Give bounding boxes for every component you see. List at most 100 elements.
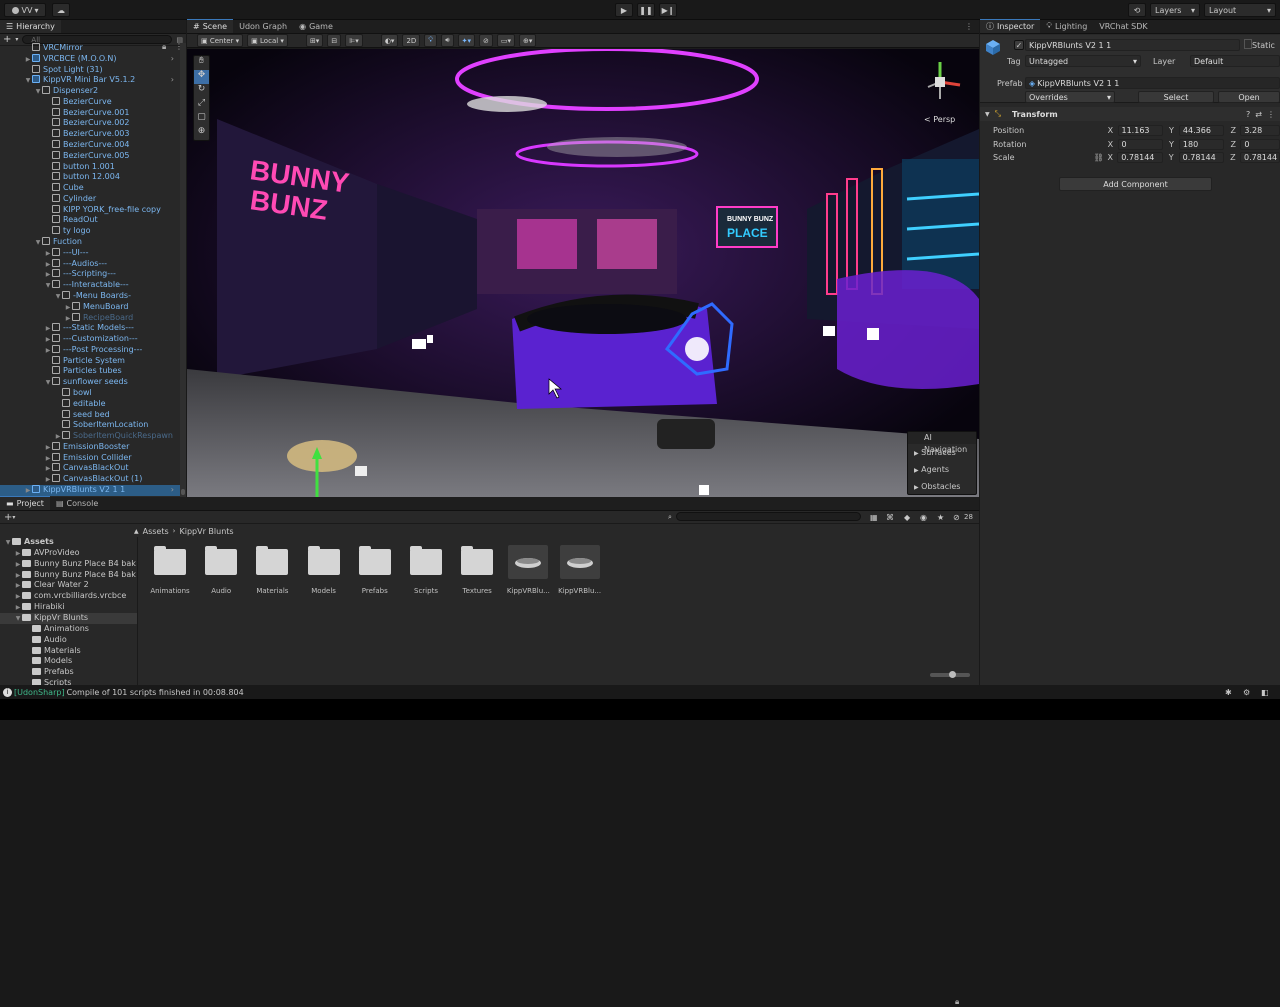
tag-icon[interactable]: ◆ [904, 513, 910, 522]
move-tool-icon[interactable]: ✥ [194, 70, 209, 84]
asset-item[interactable]: KippVRBlu... [555, 545, 605, 599]
layout-dropdown[interactable]: Layout ▾ [1204, 3, 1276, 17]
hierarchy-item[interactable]: ▶ ---Post Processing--- [0, 344, 180, 356]
object-name-field[interactable]: KippVRBlunts V2 1 1 [1025, 39, 1240, 51]
position-z-field[interactable]: 3.28 [1240, 125, 1280, 137]
scale-tool-icon[interactable]: ⤢ [194, 98, 209, 112]
active-checkbox[interactable]: ✓ [1014, 40, 1024, 50]
lock-icon[interactable]: 🔒︎ [955, 997, 959, 1007]
history-icon[interactable]: ⟲ [1128, 3, 1146, 17]
hierarchy-item[interactable]: BezierCurve.002 [0, 118, 180, 129]
toggle-2d-button[interactable]: 2D [402, 34, 421, 47]
progress-icon[interactable]: ◧ [1261, 688, 1269, 697]
hierarchy-item[interactable]: ▼ ---Interactable--- [0, 280, 180, 291]
rotation-x-field[interactable]: 0 [1117, 138, 1164, 150]
tab-inspector[interactable]: ⓘ Inspector [980, 19, 1041, 33]
overlay-item-agents[interactable]: ▶ Agents [908, 461, 976, 478]
project-tree-item[interactable]: Animations [0, 624, 137, 635]
grid-snap-button[interactable]: ⊞▾ [305, 34, 324, 47]
project-tree-item[interactable]: ▶ AVProVideo [0, 548, 137, 559]
lighting-toggle-icon[interactable]: 💡︎ [424, 34, 438, 47]
asset-item[interactable]: Materials [247, 546, 297, 599]
asset-item[interactable]: Textures [452, 546, 502, 599]
camera-icon[interactable]: ▭▾ [496, 34, 516, 47]
open-button[interactable]: Open [1218, 91, 1280, 103]
hierarchy-item[interactable]: editable [0, 398, 180, 410]
project-search-input[interactable] [676, 512, 861, 521]
filter-label-icon[interactable]: ⌘ [886, 513, 894, 522]
hierarchy-item[interactable]: ▼ Fuction [0, 237, 180, 248]
project-tree-item[interactable]: ▶ Hirabiki [0, 602, 137, 613]
help-icon[interactable]: ? [1246, 110, 1250, 119]
hierarchy-item[interactable]: VRCMirror [0, 43, 180, 54]
position-x-field[interactable]: 11.163 [1117, 125, 1164, 137]
hierarchy-item[interactable]: ▶ MenuBoard [0, 301, 180, 313]
filter-type-icon[interactable]: ▦ [870, 513, 878, 522]
asset-item[interactable]: Prefabs [350, 546, 400, 599]
persp-label[interactable]: < Persp [924, 115, 955, 124]
hierarchy-item[interactable]: ▶ CanvasBlackOut [0, 463, 180, 474]
hierarchy-item[interactable]: BezierCurve.003 [0, 129, 180, 140]
rotation-z-field[interactable]: 0 [1240, 138, 1280, 150]
tab-scene[interactable]: # Scene [187, 19, 234, 33]
hierarchy-scrollbar[interactable] [180, 43, 186, 497]
breadcrumb-current[interactable]: KippVr Blunts [179, 527, 233, 536]
asset-item[interactable]: KippVRBlu... [503, 545, 553, 599]
chevron-right-icon[interactable]: › [171, 75, 174, 86]
hierarchy-item[interactable]: ▶ VRCBCE (M.O.O.N) › [0, 53, 180, 65]
hierarchy-item[interactable]: Particle System [0, 355, 180, 367]
hierarchy-item[interactable]: ▶ ---Scripting--- [0, 269, 180, 280]
hierarchy-item[interactable]: ▼ -Menu Boards- [0, 290, 180, 302]
menu-icon[interactable]: ⋮ [965, 22, 973, 31]
hidden-count-icon[interactable]: ⊘ [953, 513, 960, 522]
overlay-item-obstacles[interactable]: ▶ Obstacles [908, 478, 976, 495]
asset-item[interactable]: Animations [145, 546, 195, 599]
rotation-y-field[interactable]: 180 [1178, 138, 1225, 150]
hierarchy-item[interactable]: ▼ KippVR Mini Bar V5.1.2 › [0, 75, 180, 86]
hierarchy-item[interactable]: Cylinder [0, 193, 180, 205]
hierarchy-item[interactable]: Cube [0, 183, 180, 194]
star-icon[interactable]: ★ [937, 513, 944, 522]
audio-toggle-icon[interactable]: 🔊︎ [441, 34, 454, 47]
hierarchy-item[interactable]: Particles tubes [0, 366, 180, 377]
scale-x-field[interactable]: 0.78144 [1117, 152, 1163, 164]
select-button[interactable]: Select [1138, 91, 1214, 103]
hierarchy-item[interactable]: ▶ ---Customization--- [0, 334, 180, 345]
add-component-button[interactable]: Add Component [1059, 177, 1212, 191]
pivot-dropdown[interactable]: ▣ Center ▾ [197, 34, 244, 47]
position-y-field[interactable]: 44.366 [1178, 125, 1225, 137]
hidden-objects-icon[interactable]: ⊘ [479, 34, 493, 47]
rotate-tool-icon[interactable]: ↻ [194, 84, 209, 98]
add-icon[interactable]: + [4, 512, 12, 523]
scene-viewport[interactable]: BUNNY BUNZ BUNNY BUNZ PLACE ✋︎ ✥ ↻ ⤢ ▢ ⊕… [187, 49, 979, 497]
chevron-right-icon[interactable]: › [171, 485, 174, 496]
tab-vrchat-sdk[interactable]: VRChat SDK [1093, 19, 1153, 33]
hierarchy-item[interactable]: ▶ Emission Collider [0, 452, 180, 464]
tab-project[interactable]: ▬ Project [0, 496, 50, 510]
draw-mode-button[interactable]: ◐▾ [380, 34, 399, 47]
transform-header[interactable]: ▼ ⤡ Transform ? ⇄ ⋮ [980, 107, 1280, 121]
project-tree-item[interactable]: ▶ com.vrcbilliards.vrcbce [0, 591, 137, 602]
tab-udon-graph[interactable]: Udon Graph [233, 19, 293, 33]
project-tree-item[interactable]: Materials [0, 646, 137, 657]
hierarchy-item[interactable]: KIPP YORK_free-file copy [0, 204, 180, 216]
hierarchy-item[interactable]: ▶ ---Audios--- [0, 258, 180, 270]
settings-icon[interactable]: ⇄ [1255, 110, 1262, 119]
hierarchy-item[interactable]: button 12.004 [0, 172, 180, 183]
hierarchy-item[interactable]: ▶ CanvasBlackOut (1) [0, 474, 180, 485]
menu-icon[interactable]: ⋮ [1267, 110, 1275, 119]
hierarchy-item[interactable]: SoberItemLocation [0, 420, 180, 431]
hierarchy-item[interactable]: BezierCurve [0, 96, 180, 108]
project-tree-item[interactable]: Prefabs [0, 667, 137, 678]
scale-z-field[interactable]: 0.78144 [1239, 152, 1280, 164]
play-button[interactable]: ▶ [615, 3, 633, 17]
pause-button[interactable]: ❚❚ [637, 3, 655, 17]
tab-game[interactable]: ◉ Game [293, 19, 339, 33]
zoom-slider[interactable] [930, 671, 970, 678]
prefab-asset-field[interactable]: ◈ KippVRBlunts V2 1 1 [1025, 77, 1280, 89]
hierarchy-item[interactable]: ReadOut [0, 215, 180, 226]
asset-item[interactable]: Scripts [401, 546, 451, 599]
hierarchy-item[interactable]: ▶ SoberItemQuickRespawn [0, 431, 180, 442]
hierarchy-item[interactable]: ty logo [0, 226, 180, 237]
asset-item[interactable]: Models [299, 546, 349, 599]
